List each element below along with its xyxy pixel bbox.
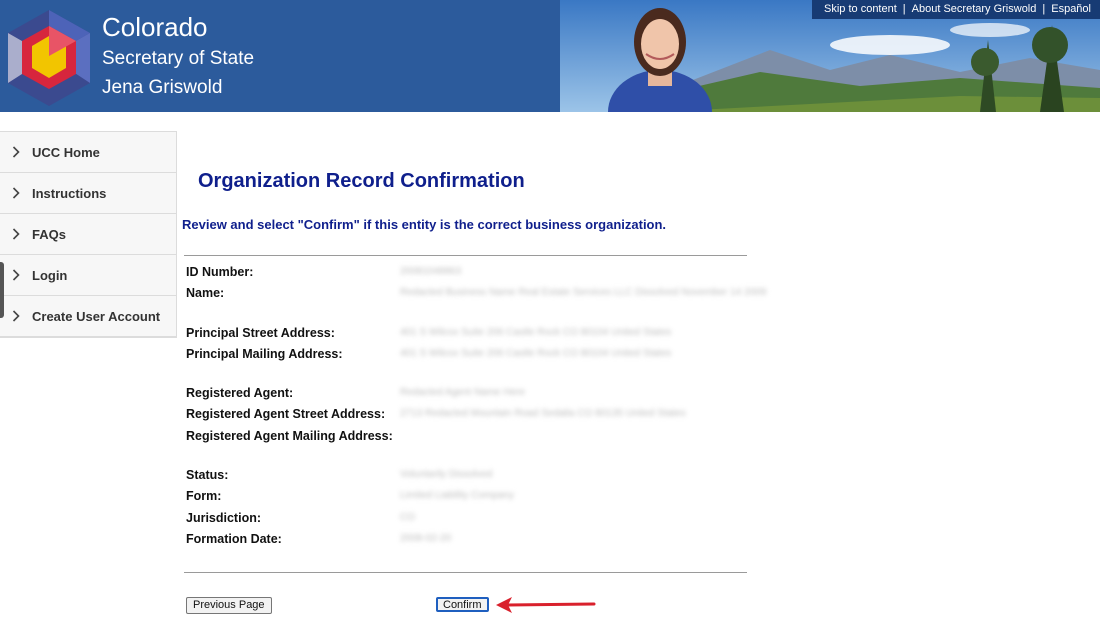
chevron-right-icon [0,269,32,281]
brand-office: Secretary of State [102,48,255,69]
utility-links: Skip to content | About Secretary Griswold… [812,0,1100,19]
skip-to-content-link[interactable]: Skip to content [824,3,897,15]
sidebar-item-create-user-account[interactable]: Create User Account [0,296,176,337]
sidebar-item-ucc-home[interactable]: UCC Home [0,132,176,173]
sidebar-item-instructions[interactable]: Instructions [0,173,176,214]
field-registered-agent: Registered Agent: Redacted Agent Name He… [186,384,748,405]
organization-record: ID Number: 20081048863 Name: Redacted Bu… [186,263,766,551]
red-arrow-annotation-icon [496,597,596,613]
field-jurisdiction: Jurisdiction: CO [186,509,748,530]
field-label: Form: [186,489,222,504]
field-value: Voluntarily Dissolved [400,469,493,481]
field-value: CO [400,511,415,523]
sidebar-item-label: UCC Home [32,144,100,160]
field-value: 20081048863 [400,266,462,277]
field-value: Redacted Agent Name Here [400,387,526,399]
colorado-logo-icon [8,10,90,106]
field-label: Formation Date: [186,531,282,546]
field-value: 2713 Redacted Mountain Road Sedalia CO 8… [400,408,686,420]
field-label: Registered Agent Mailing Address: [186,428,393,443]
chevron-right-icon [0,310,32,322]
sidebar-item-label: FAQs [32,226,66,242]
brand-official: Jena Griswold [102,77,223,98]
field-label: Registered Agent Street Address: [186,407,386,422]
field-label: Name: [186,286,225,301]
field-form: Form: Limited Liability Company [186,487,748,508]
sidebar-item-label: Create User Account [32,308,161,324]
top-divider [184,255,747,256]
sidebar-scroll-handle[interactable] [0,262,4,318]
field-label: Status: [186,468,229,483]
previous-page-button[interactable]: Previous Page [186,597,272,614]
field-value: Redacted Business Name Real Estate Servi… [400,287,767,299]
instruction-text: Review and select "Confirm" if this enti… [182,217,667,232]
bottom-divider [184,572,747,573]
field-value: 2008-02-20 [400,532,452,544]
brand-state: Colorado [102,12,208,42]
field-label: Registered Agent: [186,386,294,401]
field-principal-mailing-address: Principal Mailing Address: 401 S Wilcox … [186,345,748,366]
chevron-right-icon [0,146,32,158]
page-title: Organization Record Confirmation [198,170,525,192]
field-registered-agent-mailing-address: Registered Agent Mailing Address: [186,427,748,448]
field-value: 401 S Wilcox Suite 206 Castle Rock CO 80… [400,326,672,338]
field-formation-date: Formation Date: 2008-02-20 [186,530,748,551]
field-id-number: ID Number: 20081048863 [186,263,748,284]
field-label: Principal Street Address: [186,325,335,340]
field-status: Status: Voluntarily Dissolved [186,466,748,487]
field-label: Jurisdiction: [186,510,262,525]
field-value: Limited Liability Company [400,490,514,502]
field-value: 401 S Wilcox Suite 206 Castle Rock CO 80… [400,347,672,359]
espanol-link[interactable]: Español [1051,3,1091,15]
chevron-right-icon [0,228,32,240]
sidebar-item-label: Login [32,267,68,283]
field-label: ID Number: [186,265,254,279]
field-registered-agent-street-address: Registered Agent Street Address: 2713 Re… [186,405,748,426]
about-secretary-link[interactable]: About Secretary Griswold [912,3,1037,15]
field-name: Name: Redacted Business Name Real Estate… [186,284,766,305]
sidebar-item-label: Instructions [32,185,107,201]
sidebar-item-faqs[interactable]: FAQs [0,214,176,255]
sidebar-nav: UCC Home Instructions FAQs Login Create … [0,131,177,338]
site-header: Colorado Secretary of State Jena Griswol… [0,0,1100,112]
chevron-right-icon [0,187,32,199]
field-label: Principal Mailing Address: [186,346,343,361]
field-principal-street-address: Principal Street Address: 401 S Wilcox S… [186,324,748,345]
confirm-button[interactable]: Confirm [436,597,489,612]
sidebar-item-login[interactable]: Login [0,255,176,296]
site-brand[interactable]: Colorado Secretary of State Jena Griswol… [102,12,254,102]
